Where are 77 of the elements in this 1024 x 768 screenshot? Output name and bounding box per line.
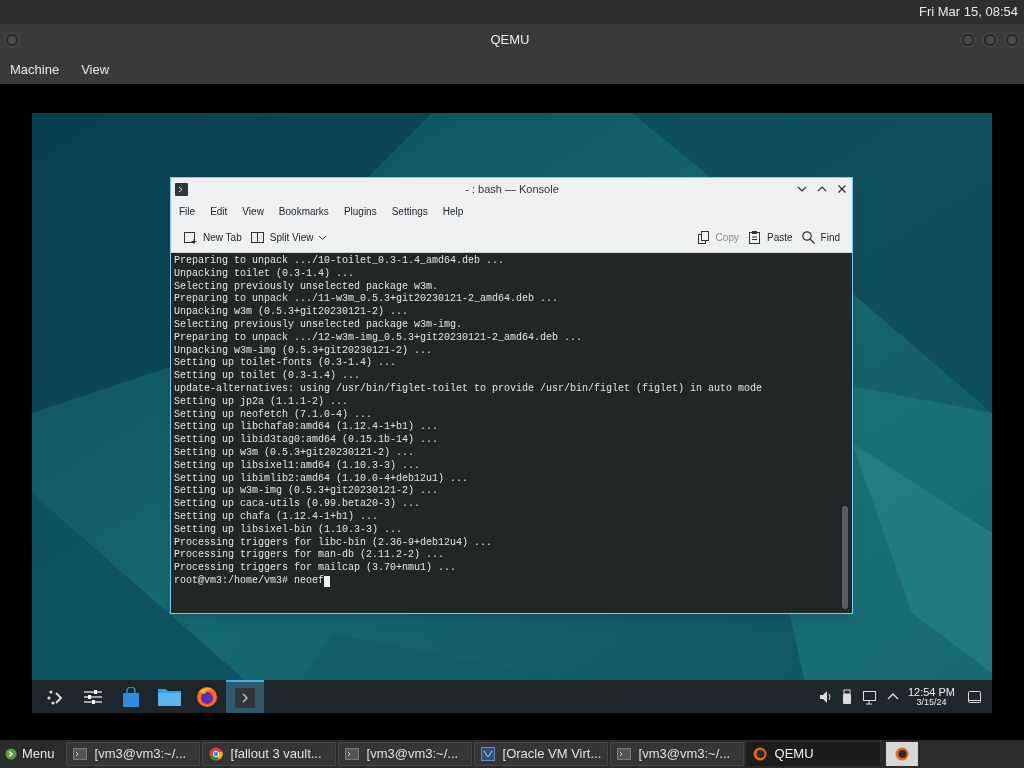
search-icon [800,229,816,245]
terminal-icon [344,747,359,761]
menu-item[interactable]: View [81,59,110,80]
terminal-line: Setting up w3m-img (0.5.3+git20230121-2) ... [174,485,440,498]
terminal-icon [175,182,188,196]
terminal-line: Setting up toilet-fonts (0.3-1.4) ... [174,357,398,370]
terminal-line: Setting up w3m (0.5.3+git20230121-2) ... [174,446,416,460]
close-button[interactable] [836,183,848,195]
terminal-line: Setting up neofetch (7.1.0-4) ... [174,408,374,421]
terminal-line: Setting up libsixel-bin (1.10.3-3) ... [174,523,404,537]
task-button[interactable]: [vm3@vm3:~/... [65,742,200,766]
task-button[interactable]: [Oracle VM Virt... [473,742,608,766]
split-view-icon [249,229,265,245]
terminal-icon [616,747,631,761]
terminal-line: Setting up toilet (0.3-1.4) ... [174,370,362,383]
toolbar-button[interactable]: Paste [742,226,797,248]
terminal-line: Preparing to unpack .../10-toilet_0.3-1.4_amd64.deb ... [174,255,506,268]
new-tab-icon [183,229,198,245]
menu-button[interactable]: Menu [2,742,58,766]
copy-icon [695,229,711,245]
clock-time[interactable]: 12:54 PM [907,686,955,698]
task-button[interactable]: QEMU [745,742,880,766]
window-title: - : bash — Konsole [465,181,559,197]
clipboard-icon [746,229,762,245]
terminal-line: Unpacking w3m (0.5.3+git20230121-2) ... [174,306,410,319]
task-button[interactable]: [fallout 3 vault... [201,742,336,766]
terminal-line: Preparing to unpack .../12-w3m-img_0.5.3+git20230121-2_amd64.deb ... [174,331,584,345]
tray-button[interactable] [885,742,918,766]
terminal-line: Setting up chafa (1.12.4-1+b1) ... [174,510,380,524]
toolbar-button[interactable]: Split View [245,226,332,248]
terminal-line: update-alternatives: using /usr/bin/figlet-toilet to provide /usr/bin/figlet (figlet) in auto mode [174,382,764,396]
terminal-line: Selecting previously unselected package w3m-img. [174,319,464,332]
virtualbox-icon [480,747,495,761]
menu-item[interactable]: File [179,203,196,219]
terminal-line: Setting up libchafa0:amd64 (1.12.4-1+b1) ... [174,421,440,434]
folder-icon [156,686,182,707]
terminal-icon [72,747,87,761]
terminal-line: Processing triggers for mailcap (3.70+nmu1) ... [174,562,458,575]
menu-icon [5,748,17,760]
menu-item[interactable]: Edit [210,203,228,219]
terminal-line: Preparing to unpack .../11-w3m_0.5.3+git20230121-2_amd64.deb ... [174,293,560,306]
scrollbar-thumb[interactable] [842,506,848,609]
terminal-line: Setting up caca-utils (0.99.beta20-3) ... [174,498,422,511]
monitor-icon[interactable] [861,688,877,705]
dropdown-caret-icon [318,233,328,241]
terminal-line: Selecting previously unselected package w3m. [174,280,440,293]
task-button[interactable]: [vm3@vm3:~/... [337,742,472,766]
menu-item[interactable]: Bookmarks [278,203,329,219]
terminal-line: Unpacking toilet (0.3-1.4) ... [174,267,356,281]
menu-item[interactable]: Plugins [343,203,377,219]
window-title: QEMU [490,30,530,49]
clock: Fri Mar 15, 08:54 [919,3,1018,22]
terminal-line: Setting up libid3tag0:amd64 (0.15.1b-14) ... [174,434,440,447]
menu-item[interactable]: Settings [391,203,428,219]
terminal-icon [235,687,255,708]
menu-item[interactable]: Machine [10,59,60,80]
terminal-prompt: root@vm3:/home/vm3# neoef [174,574,325,588]
task-button[interactable]: [vm3@vm3:~/... [609,742,744,766]
clock-date[interactable]: 3/15/24 [916,697,947,707]
toolbar-button[interactable]: Find [796,226,844,248]
show-desktop-icon[interactable] [967,689,982,704]
firefox-icon [196,685,218,708]
terminal-line: Setting up jp2a (1.1.1-2) ... [174,395,350,409]
usb-drive-icon[interactable] [840,688,853,705]
qemu-icon [752,747,767,761]
qemu-icon [894,747,909,761]
text-cursor [324,575,331,587]
menu-item[interactable]: Help [442,203,464,219]
terminal-line: Setting up libsixel1:amd64 (1.10.3-3) ... [174,459,422,473]
terminal-line: Processing triggers for man-db (2.11.2-2) ... [174,549,446,562]
terminal-line: Unpacking w3m-img (0.5.3+git20230121-2) ... [174,344,434,357]
chrome-icon [208,747,223,761]
toolbar-button[interactable]: New Tab [179,226,246,248]
shopping-bag-icon [121,686,141,707]
menu-item[interactable]: View [242,203,264,219]
terminal-line: Setting up libimlib2:amd64 (1.10.0-4+deb12u1) ... [174,472,470,485]
terminal-line: Processing triggers for libc-bin (2.36-9+deb12u4) ... [174,536,494,549]
